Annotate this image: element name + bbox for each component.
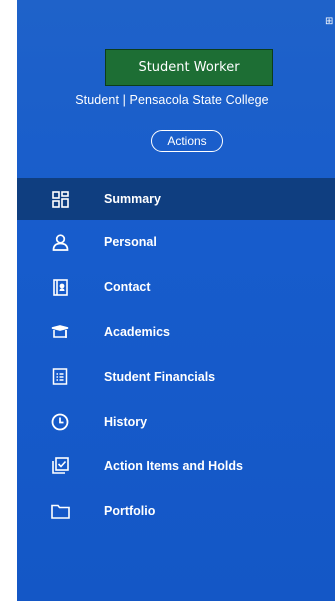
nav-item-personal[interactable]: Personal [17,220,335,265]
nav-item-academics[interactable]: Academics [17,310,335,355]
nav-label: Portfolio [104,504,156,519]
nav-label: Student Financials [104,369,216,384]
nav-item-action-items-and-holds[interactable]: Action Items and Holds [17,444,335,489]
graduation-cap-icon [50,322,70,342]
nav-item-portfolio[interactable]: Portfolio [17,489,335,534]
worker-profile-panel: ⊞ Student Worker Student | Pensacola Sta… [17,0,335,601]
nav-label: Academics [104,324,171,339]
person-icon [50,232,70,252]
folder-icon [50,501,70,521]
nav-label: History [104,414,148,429]
actions-button[interactable]: Actions [151,130,223,152]
ledger-icon [50,367,70,387]
nav-item-contact[interactable]: Contact [17,265,335,310]
checklist-icon [50,456,70,476]
nav-label: Action Items and Holds [104,459,243,474]
nav-label: Contact [104,280,151,295]
worker-subtitle: Student | Pensacola State College [75,93,269,107]
nav-item-summary[interactable]: Summary [17,178,335,220]
nav-item-history[interactable]: History [17,399,335,444]
nav-label: Personal [104,235,157,250]
nav-label: Summary [104,192,161,206]
expand-icon[interactable]: ⊞ [325,16,335,38]
role-label: Student Worker [105,49,273,86]
contact-book-icon [50,277,70,297]
clock-icon [50,412,70,432]
profile-nav: Summary Personal Contact Academics Stude… [17,178,335,534]
nav-item-student-financials[interactable]: Student Financials [17,354,335,399]
grid-icon [50,189,70,209]
